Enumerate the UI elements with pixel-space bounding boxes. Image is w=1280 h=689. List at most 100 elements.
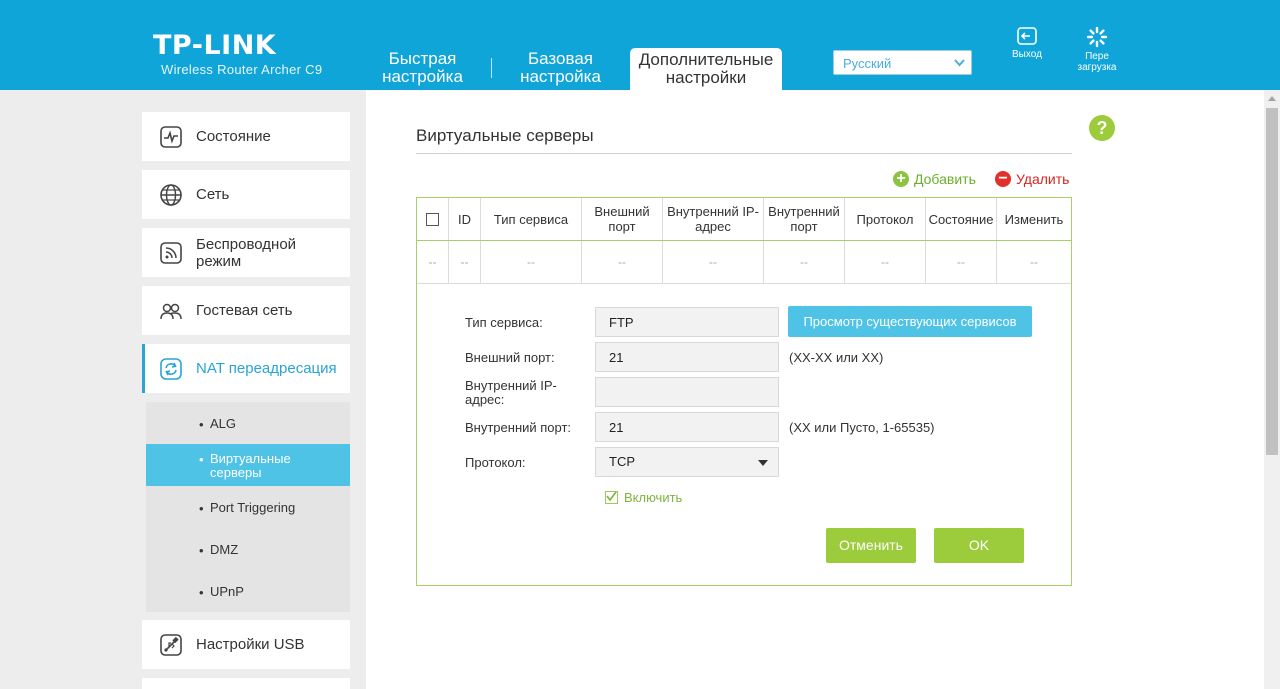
sidebar-item-label: Гостевая сеть — [196, 302, 293, 319]
internal-port-label: Внутренний порт: — [465, 420, 572, 435]
tab-quick-setup-label: Быстрая настройка — [382, 49, 463, 86]
tab-separator — [491, 58, 492, 78]
tp-link-logo: TP-LINK — [153, 30, 277, 61]
sidebar-item-label: Настройки USB — [196, 636, 305, 653]
sidebar-item-label: Сеть — [196, 186, 230, 203]
cancel-button[interactable]: Отменить — [826, 528, 916, 563]
select-all-cell — [417, 198, 449, 240]
column-header: Протокол — [845, 198, 926, 240]
guest-network-icon — [159, 299, 183, 323]
sidebar-subitem-port-triggering[interactable]: • Port Triggering — [146, 500, 350, 517]
protocol-select[interactable]: TCP — [595, 447, 779, 477]
column-header: Внутренний порт — [764, 198, 845, 240]
add-button[interactable]: + Добавить — [893, 171, 976, 187]
page-title: Виртуальные серверы — [416, 126, 594, 145]
service-type-label: Тип сервиса: — [465, 315, 543, 330]
external-port-input[interactable] — [595, 342, 779, 372]
minus-icon: − — [995, 171, 1011, 187]
tab-quick-setup[interactable]: Быстрая настройка — [370, 50, 475, 90]
external-port-hint: (XX-XX или XX) — [789, 350, 884, 365]
sidebar-subitem-virtual-servers[interactable]: • Виртуальные серверы — [146, 444, 350, 486]
protocol-value: TCP — [609, 454, 635, 469]
chevron-down-icon — [950, 53, 969, 72]
select-all-checkbox[interactable] — [426, 212, 439, 226]
sidebar-subitem-upnp[interactable]: • UPnP — [146, 584, 350, 601]
dropdown-arrow-icon — [758, 460, 768, 466]
view-existing-services-button[interactable]: Просмотр существующих сервисов — [788, 306, 1032, 337]
reboot-label-1: Пере — [1085, 51, 1109, 62]
delete-button[interactable]: − Удалить — [995, 171, 1069, 187]
reboot-label-2: загрузка — [1077, 62, 1117, 73]
sidebar-item-label: Состояние — [196, 128, 271, 145]
sidebar-item-usb-settings[interactable]: Настройки USB — [142, 620, 350, 669]
enable-checkbox[interactable]: Включить — [605, 490, 682, 505]
language-value: Русский — [843, 56, 892, 71]
internal-port-hint: (XX или Пусто, 1-65535) — [789, 420, 935, 435]
sidebar-item-guest-network[interactable]: Гостевая сеть — [142, 286, 350, 335]
bullet: • — [199, 452, 204, 467]
subitem-label: Виртуальные серверы — [210, 451, 291, 480]
globe-icon — [159, 183, 183, 207]
subitem-label: DMZ — [210, 542, 239, 557]
sidebar-item-next[interactable] — [142, 678, 350, 689]
wireless-icon — [159, 241, 183, 265]
sidebar-item-label: Беспроводной режим — [196, 235, 297, 270]
external-port-label: Внешний порт: — [465, 350, 555, 365]
table-cell: -- — [1030, 255, 1038, 269]
logout-button[interactable]: Выход — [1012, 26, 1042, 60]
subitem-label: Port Triggering — [210, 500, 296, 515]
logout-icon — [1017, 27, 1037, 45]
table-row: -- -- -- -- -- -- -- -- -- — [417, 241, 1071, 284]
column-header: ID — [449, 198, 481, 240]
sidebar-subitem-alg[interactable]: • ALG — [146, 416, 350, 433]
subitem-label: UPnP — [210, 584, 244, 599]
nat-icon — [159, 357, 183, 381]
help-icon[interactable]: ? — [1089, 115, 1115, 141]
table-cell: -- — [481, 241, 582, 283]
sidebar-item-status[interactable]: Состояние — [142, 112, 350, 161]
service-type-input[interactable] — [595, 307, 779, 337]
title-divider — [416, 153, 1072, 154]
plus-icon: + — [893, 171, 909, 187]
ok-button[interactable]: OK — [934, 528, 1024, 563]
tab-basic-setup[interactable]: Базовая настройка — [508, 50, 613, 90]
bullet: • — [199, 501, 204, 516]
router-model: Wireless Router Archer C9 — [161, 62, 323, 77]
internal-ip-input[interactable] — [595, 377, 779, 407]
bullet: • — [199, 585, 204, 600]
status-icon — [159, 125, 183, 149]
checkbox-checked-icon — [605, 491, 618, 504]
reboot-icon — [1086, 26, 1108, 48]
sidebar-subitem-dmz[interactable]: • DMZ — [146, 542, 350, 559]
table-cell: -- — [582, 241, 663, 283]
logout-label: Выход — [1012, 49, 1042, 60]
table-header: ID Тип сервиса Внешний порт Внутренний I… — [417, 198, 1071, 241]
tab-advanced-setup-label: Дополнительные настройки — [638, 50, 774, 87]
column-header: Тип сервиса — [481, 198, 582, 240]
bullet: • — [199, 543, 204, 558]
sidebar-item-network[interactable]: Сеть — [142, 170, 350, 219]
reboot-button[interactable]: Пере загрузка — [1074, 26, 1120, 73]
column-header: Изменить — [1004, 211, 1064, 227]
table-cell: -- — [663, 241, 764, 283]
table-cell: -- — [764, 241, 845, 283]
sidebar-item-label: NAT переадресация — [196, 360, 337, 377]
enable-label: Включить — [624, 490, 683, 505]
column-header: Внутренний IP-адрес — [663, 198, 764, 240]
bullet: • — [199, 417, 204, 432]
usb-icon — [159, 633, 183, 657]
tab-advanced-setup[interactable]: Дополнительные настройки — [630, 48, 782, 90]
protocol-label: Протокол: — [465, 455, 526, 470]
scroll-up-arrow-icon[interactable] — [1268, 96, 1276, 101]
table-cell: -- — [449, 241, 481, 283]
sidebar-item-nat-forwarding[interactable]: NAT переадресация — [142, 344, 350, 393]
internal-port-input[interactable] — [595, 412, 779, 442]
table-cell: -- — [417, 241, 449, 283]
add-label: Добавить — [914, 171, 976, 187]
language-select[interactable]: Русский — [833, 50, 972, 75]
column-header: Состояние — [926, 198, 997, 240]
subitem-label: ALG — [210, 416, 237, 431]
table-cell: -- — [845, 241, 926, 283]
sidebar-item-wireless[interactable]: Беспроводной режим — [142, 228, 350, 277]
scrollbar-thumb[interactable] — [1266, 108, 1278, 455]
